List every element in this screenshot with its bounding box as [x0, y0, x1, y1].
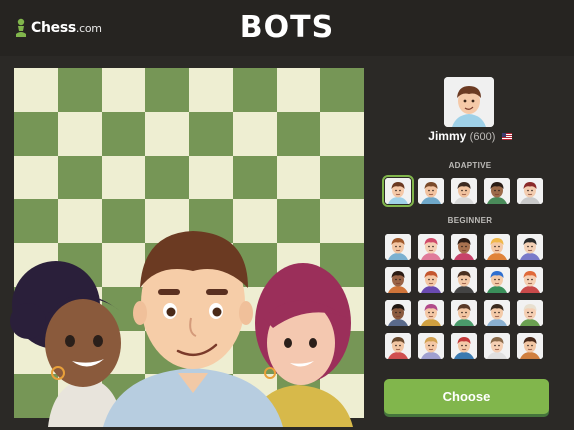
- beginner-bot-avatar[interactable]: [385, 234, 411, 260]
- beginner-bot-avatar[interactable]: [385, 333, 411, 359]
- bot-characters-illustration: [10, 231, 353, 427]
- bot-face-icon: [517, 333, 543, 359]
- adaptive-bot-avatar[interactable]: [451, 178, 477, 204]
- beginner-bot-avatar[interactable]: [385, 300, 411, 326]
- adaptive-bot-avatar[interactable]: [484, 178, 510, 204]
- beginner-bot-avatar[interactable]: [484, 234, 510, 260]
- adaptive-bot-avatar[interactable]: [382, 175, 414, 207]
- jimmy-avatar-icon: [444, 77, 494, 127]
- bot-face-icon: [451, 300, 477, 326]
- bot-rating: (600): [469, 131, 496, 143]
- bot-face-icon: [484, 333, 510, 359]
- beginner-bot-avatar[interactable]: [451, 267, 477, 293]
- choose-button[interactable]: Choose: [384, 379, 549, 414]
- beginner-bot-avatar[interactable]: [517, 267, 543, 293]
- board-area: [8, 63, 364, 427]
- beginner-bot-avatar[interactable]: [385, 267, 411, 293]
- board-square[interactable]: [14, 68, 58, 112]
- beginner-bot-avatar[interactable]: [451, 300, 477, 326]
- board-square[interactable]: [57, 111, 102, 156]
- us-flag-icon: [501, 133, 512, 141]
- beginner-bot-avatar[interactable]: [517, 234, 543, 260]
- beginner-bot-avatar[interactable]: [484, 333, 510, 359]
- board-square[interactable]: [320, 68, 364, 112]
- bot-face-icon: [484, 178, 510, 204]
- bot-face-icon: [517, 267, 543, 293]
- board-square[interactable]: [232, 68, 277, 112]
- beginner-bot-avatar[interactable]: [517, 300, 543, 326]
- bot-face-icon: [451, 333, 477, 359]
- scroll-fade: [380, 358, 560, 372]
- beginner-bot-avatar[interactable]: [517, 333, 543, 359]
- beginner-bot-avatar[interactable]: [451, 234, 477, 260]
- board-square[interactable]: [14, 111, 58, 156]
- adaptive-bot-avatar[interactable]: [517, 178, 543, 204]
- board-square[interactable]: [145, 111, 189, 156]
- top-header: Chess.com BOTS: [0, 0, 574, 56]
- selected-bot-avatar: [444, 77, 494, 127]
- bot-face-icon: [451, 234, 477, 260]
- board-square[interactable]: [189, 68, 233, 112]
- beginner-bot-avatar[interactable]: [418, 234, 444, 260]
- board-square[interactable]: [145, 68, 189, 112]
- board-square[interactable]: [101, 111, 146, 156]
- adaptive-bot-grid: [382, 175, 550, 207]
- beginner-bot-avatar[interactable]: [484, 300, 510, 326]
- board-square[interactable]: [189, 111, 233, 156]
- bot-face-icon: [418, 300, 444, 326]
- bot-face-icon: [418, 267, 444, 293]
- section-label-beginner: BEGINNER: [447, 216, 493, 225]
- board-square[interactable]: [276, 111, 321, 156]
- bot-face-icon: [484, 267, 510, 293]
- bot-face-icon: [385, 300, 411, 326]
- beginner-bot-avatar[interactable]: [418, 300, 444, 326]
- beginner-bot-avatar[interactable]: [451, 333, 477, 359]
- board-square[interactable]: [276, 68, 321, 112]
- bot-face-icon: [517, 234, 543, 260]
- board-square[interactable]: [232, 111, 277, 156]
- bot-face-icon: [517, 300, 543, 326]
- beginner-bot-avatar[interactable]: [418, 333, 444, 359]
- section-label-adaptive: ADAPTIVE: [448, 161, 492, 170]
- bot-face-icon: [418, 178, 444, 204]
- bot-face-icon: [451, 267, 477, 293]
- beginner-bot-avatar[interactable]: [484, 267, 510, 293]
- selected-bot-name: Jimmy (600): [370, 129, 570, 143]
- bot-face-icon: [385, 267, 411, 293]
- bot-face-icon: [385, 333, 411, 359]
- beginner-bot-grid: [385, 234, 550, 359]
- board-square[interactable]: [57, 68, 102, 112]
- bot-face-icon: [451, 178, 477, 204]
- bot-selection-panel: Jimmy (600) ADAPTIVE BEGINNER Choose: [370, 63, 570, 427]
- adaptive-bot-avatar[interactable]: [418, 178, 444, 204]
- board-square[interactable]: [101, 68, 146, 112]
- left-character: [10, 261, 123, 427]
- page-title: BOTS: [239, 10, 335, 45]
- bot-face-icon: [385, 234, 411, 260]
- bot-name: Jimmy: [428, 129, 467, 143]
- bot-face-icon: [418, 234, 444, 260]
- bot-face-icon: [484, 300, 510, 326]
- bot-face-icon: [484, 234, 510, 260]
- bot-face-icon: [517, 178, 543, 204]
- board-square[interactable]: [320, 111, 364, 156]
- bot-face-icon: [418, 333, 444, 359]
- bot-face-icon: [385, 178, 411, 204]
- beginner-bot-avatar[interactable]: [418, 267, 444, 293]
